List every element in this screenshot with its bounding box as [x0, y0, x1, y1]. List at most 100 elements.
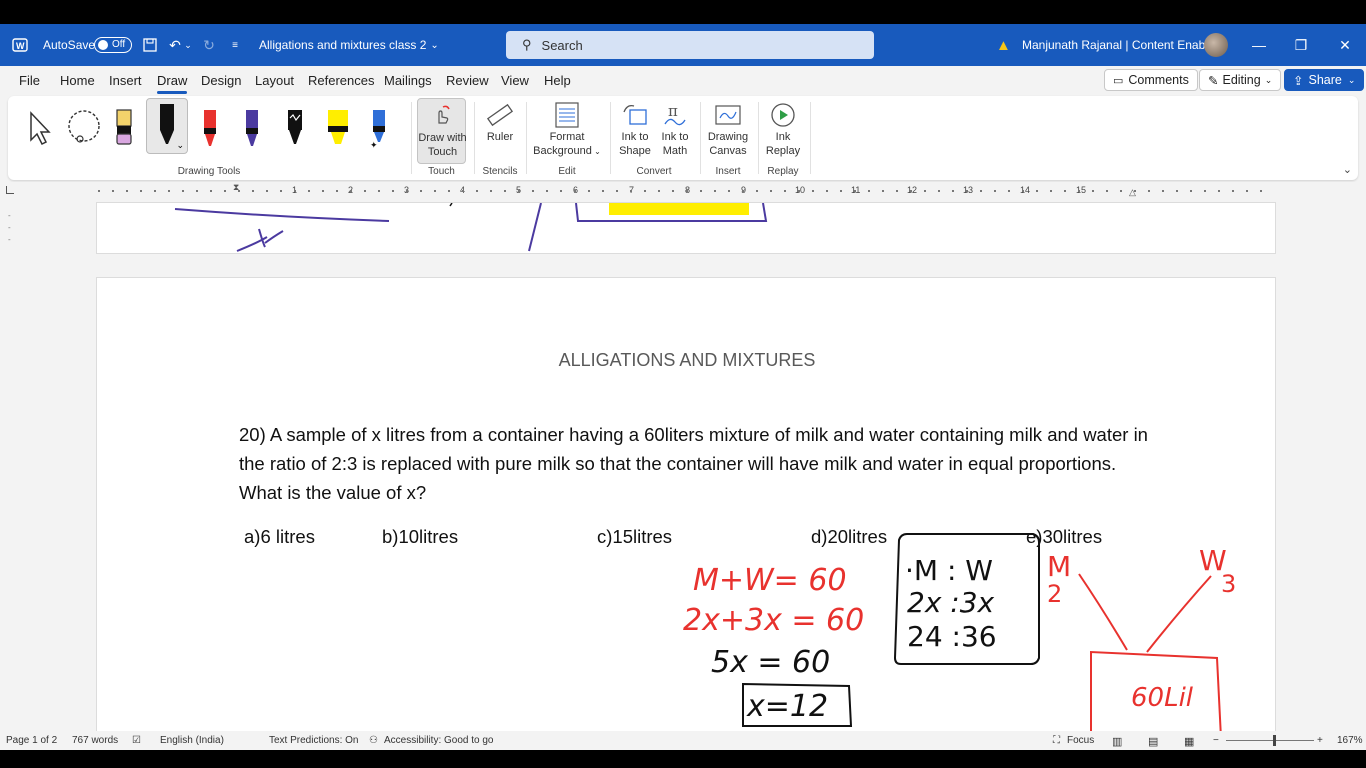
ink-to-shape-icon[interactable]: [618, 100, 652, 130]
convert-group-label: Convert: [636, 166, 672, 177]
horizontal-ruler[interactable]: ⧗ △ 1 2 3 4 5 6 7 8 9 10 11 12 13 14 15: [0, 182, 1366, 200]
ruler-tick: [266, 190, 268, 192]
tab-home[interactable]: Home: [60, 73, 95, 88]
focus-button[interactable]: Focus: [1067, 735, 1094, 746]
zoom-in-icon[interactable]: +: [1317, 735, 1323, 746]
web-layout-icon[interactable]: ▦: [1184, 735, 1194, 748]
ruler-tick: [280, 190, 282, 192]
ruler-tick: [1232, 190, 1234, 192]
print-layout-icon[interactable]: ▤: [1148, 735, 1158, 748]
undo-icon[interactable]: ↶: [166, 24, 184, 66]
select-tool-icon[interactable]: [22, 100, 56, 156]
format-background-icon[interactable]: [548, 100, 586, 130]
ink-to-math-icon[interactable]: π: [658, 100, 692, 130]
ink-replay-line2: Replay: [765, 145, 801, 157]
draw-with-touch-button[interactable]: Draw with Touch: [417, 98, 467, 164]
warning-icon[interactable]: ▲: [996, 24, 1011, 66]
group-divider: [758, 102, 759, 174]
ruler-tick: [448, 190, 450, 192]
zoom-level[interactable]: 167%: [1337, 735, 1363, 746]
accessibility-status[interactable]: Accessibility: Good to go: [384, 735, 494, 746]
zoom-slider-thumb[interactable]: [1273, 735, 1276, 746]
share-button[interactable]: ⇪ Share ⌄: [1284, 69, 1365, 91]
ink-replay-icon[interactable]: [766, 100, 800, 130]
avatar[interactable]: [1204, 33, 1228, 57]
chevron-down-icon: ⌄: [1347, 74, 1356, 85]
tab-file[interactable]: File: [19, 73, 40, 88]
drawing-canvas-icon[interactable]: [708, 100, 748, 130]
search-box[interactable]: ⚲ Search: [506, 31, 874, 59]
format-background-label[interactable]: Format Background ⌄: [530, 130, 604, 159]
collapse-ribbon-icon[interactable]: ⌄: [1343, 163, 1352, 176]
document-title[interactable]: Alligations and mixtures class 2 ⌄: [259, 24, 439, 66]
save-icon[interactable]: [141, 24, 159, 66]
ruler-tick: [924, 190, 926, 192]
close-icon[interactable]: ✕: [1322, 24, 1366, 66]
ruler-tick: [574, 190, 576, 192]
ruler-tick: [770, 190, 772, 192]
ruler-tick: [1218, 190, 1220, 192]
language-status[interactable]: English (India): [160, 735, 224, 746]
ruler-label[interactable]: Ruler: [482, 130, 518, 144]
lasso-select-icon[interactable]: [62, 100, 106, 156]
svg-text:2: 2: [1047, 580, 1062, 608]
ink-to-shape-label[interactable]: Ink to Shape: [614, 130, 656, 158]
redo-icon[interactable]: ↻: [200, 24, 218, 66]
ruler-tick: [140, 190, 142, 192]
tab-draw[interactable]: Draw: [157, 73, 188, 94]
ruler-tick: [1260, 190, 1262, 192]
minimize-icon[interactable]: —: [1236, 24, 1282, 66]
page2-ink-annotations: M+W= 60 2x+3x = 60 5x = 60 x=12 ·M : W 2…: [683, 533, 1236, 738]
undo-dropdown-icon[interactable]: ⌄: [183, 24, 193, 66]
ruler-tick: [938, 190, 940, 192]
page-1-bottom[interactable]: [96, 202, 1276, 254]
zoom-slider[interactable]: [1226, 735, 1314, 746]
drawing-canvas-label[interactable]: Drawing Canvas: [704, 130, 752, 158]
tab-insert[interactable]: Insert: [109, 73, 142, 88]
text-predictions-status[interactable]: Text Predictions: On: [269, 735, 358, 746]
screen-bottom-border: [0, 750, 1366, 768]
screen-top-border: [0, 0, 1366, 24]
ruler-tick: [1036, 190, 1038, 192]
editing-mode-button[interactable]: ✎ Editing ⌄: [1199, 69, 1282, 91]
eraser-tool-icon[interactable]: [112, 100, 136, 156]
tab-mailings[interactable]: Mailings: [384, 73, 432, 88]
black-pen-tool[interactable]: ⌄: [146, 98, 188, 154]
red-pen-icon[interactable]: [198, 100, 222, 156]
tab-view[interactable]: View: [501, 73, 529, 88]
right-indent-marker-icon[interactable]: △: [1129, 187, 1136, 198]
ruler-tick: [644, 190, 646, 192]
word-count[interactable]: 767 words: [72, 735, 118, 746]
group-divider: [526, 102, 527, 174]
customize-toolbar-icon[interactable]: ≡: [226, 24, 244, 66]
tab-selector-icon[interactable]: [6, 186, 14, 194]
tab-layout[interactable]: Layout: [255, 73, 294, 88]
svg-text:W: W: [16, 41, 25, 51]
user-name[interactable]: Manjunath Rajanal | Content Enablers: [1022, 24, 1225, 66]
tab-review[interactable]: Review: [446, 73, 489, 88]
restore-icon[interactable]: ❐: [1278, 24, 1324, 66]
highlighter-icon[interactable]: [324, 100, 352, 156]
ink-replay-label[interactable]: Ink Replay: [762, 130, 804, 158]
ink-to-math-label[interactable]: Ink to Math: [654, 130, 696, 158]
read-mode-icon[interactable]: ▥: [1112, 735, 1122, 748]
ruler-icon[interactable]: [482, 100, 518, 130]
tab-help[interactable]: Help: [544, 73, 571, 88]
tab-references[interactable]: References: [308, 73, 374, 88]
ruler-tick: [168, 190, 170, 192]
glitter-pen-icon[interactable]: ✦: [366, 100, 392, 156]
search-placeholder: Search: [541, 37, 583, 53]
autosave-toggle[interactable]: Off: [94, 37, 132, 53]
page-count[interactable]: Page 1 of 2: [6, 735, 57, 746]
vertical-ruler: ---: [8, 211, 11, 244]
purple-pen-icon[interactable]: [240, 100, 264, 156]
stencils-group-label: Stencils: [482, 166, 518, 177]
proofing-icon[interactable]: ☑: [132, 735, 141, 746]
touch-group-label: Touch: [428, 166, 455, 177]
ruler-tick: [336, 190, 338, 192]
zoom-out-icon[interactable]: −: [1213, 735, 1219, 746]
galaxy-pen-icon[interactable]: [282, 100, 308, 156]
comments-button[interactable]: ▭ Comments: [1104, 69, 1198, 91]
page-2[interactable]: ALLIGATIONS AND MIXTURES 20) A sample of…: [96, 277, 1276, 738]
tab-design[interactable]: Design: [201, 73, 241, 88]
